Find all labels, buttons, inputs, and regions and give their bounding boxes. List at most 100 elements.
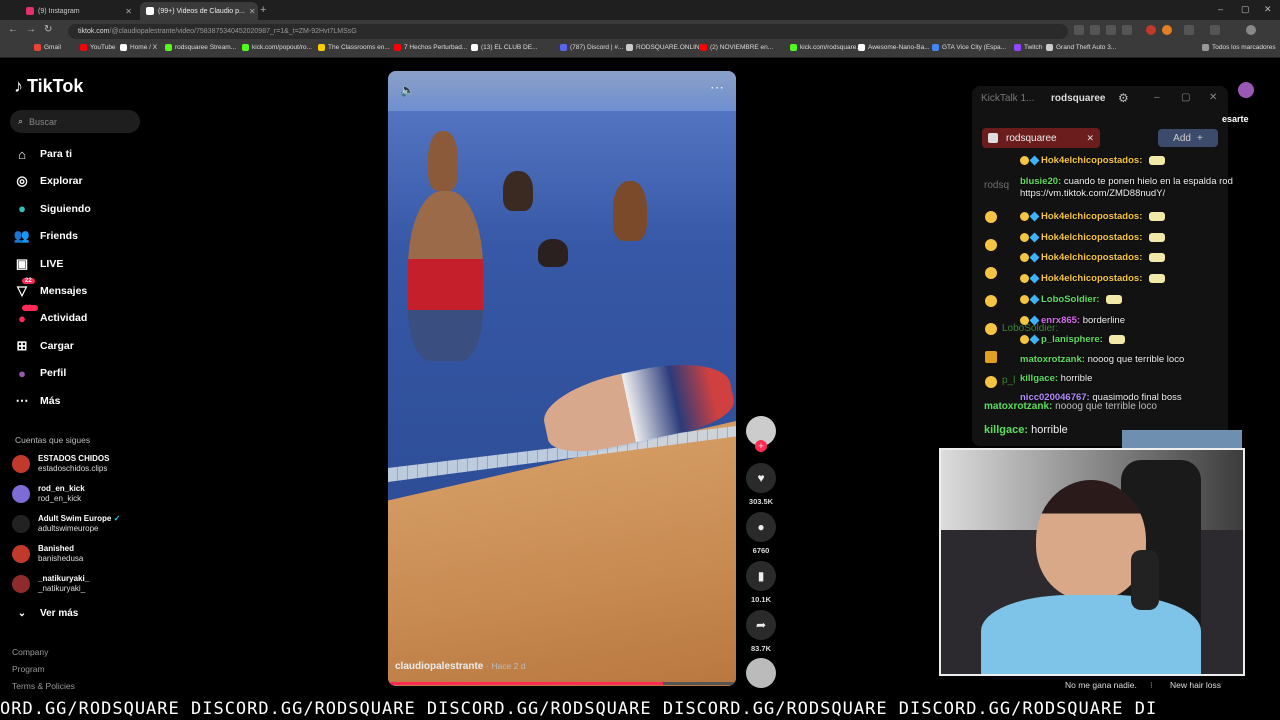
- nav-item-siguiendo[interactable]: ● Siguiendo: [14, 200, 91, 218]
- chat-username[interactable]: Hok4elchicopostados:: [1041, 232, 1142, 243]
- chat-username[interactable]: killgace:: [1020, 373, 1058, 384]
- bookmark-item[interactable]: kick.com/rodsquare...: [790, 44, 862, 51]
- following-account[interactable]: Adult Swim Europe ✓ adultswimeurope: [12, 514, 120, 534]
- forward-icon[interactable]: →: [26, 24, 36, 35]
- music-disc-icon[interactable]: [746, 658, 776, 688]
- following-account[interactable]: _natikuryaki_ _natikuryaki_: [12, 574, 89, 594]
- add-channel-button[interactable]: Add +: [1158, 129, 1218, 147]
- bookmark-item[interactable]: (2) NOVIEMBRE en...: [700, 44, 773, 51]
- nav-item-para-ti[interactable]: ⌂ Para ti: [14, 145, 72, 163]
- address-bar[interactable]: tiktok.com/@claudiopalestrante/video/758…: [68, 24, 1068, 39]
- bookmark-item[interactable]: Twitch: [1014, 44, 1042, 51]
- following-account[interactable]: ESTADOS CHIDOS estadoschidos.clips: [12, 454, 109, 474]
- reload-icon[interactable]: ↻: [44, 24, 52, 35]
- close-icon[interactable]: ✕: [249, 7, 256, 16]
- chat-username[interactable]: LoboSoldier:: [1041, 294, 1100, 305]
- maximize-button[interactable]: ▢: [1181, 92, 1190, 103]
- chat-username[interactable]: Hok4elchicopostados:: [1041, 252, 1142, 263]
- see-more-button[interactable]: ⌄ Ver más: [14, 604, 79, 622]
- bookmark-favicon-icon: [1014, 44, 1021, 51]
- bookmark-item[interactable]: 7 Hechos Perturbad...: [394, 44, 467, 51]
- see-more-label: Ver más: [40, 607, 79, 619]
- share-button[interactable]: ➦: [746, 610, 776, 640]
- footer-program[interactable]: Program: [12, 664, 45, 674]
- save-button[interactable]: ▮: [746, 561, 776, 591]
- activity-icon: ● 99+: [14, 305, 39, 326]
- bookmark-item[interactable]: rodsquaree Stream...: [165, 44, 236, 51]
- close-window-button[interactable]: ✕: [1264, 4, 1272, 15]
- footer-company[interactable]: Company: [12, 647, 48, 657]
- bookmark-item[interactable]: GTA Vice City (Espa...: [932, 44, 1006, 51]
- live-icon: ▣: [15, 255, 29, 271]
- bookmark-favicon-icon: [80, 44, 87, 51]
- like-button[interactable]: ♥: [746, 463, 776, 493]
- video-player[interactable]: 🔈 ⋯ claudiopalestrante · Hace 2 d: [388, 71, 736, 686]
- bookmark-item[interactable]: RODSQUARE.ONLINE: [626, 44, 704, 51]
- minimize-button[interactable]: –: [1218, 4, 1223, 14]
- streamer-avatar[interactable]: [1238, 82, 1254, 98]
- chat-username[interactable]: blusie20:: [1020, 176, 1061, 187]
- chat-username[interactable]: nicc020046767:: [1020, 392, 1090, 403]
- share-icon[interactable]: [1106, 25, 1116, 35]
- webcam-person-head: [1036, 480, 1146, 600]
- follow-plus-icon[interactable]: +: [755, 440, 767, 452]
- footer-terms[interactable]: Terms & Policies: [12, 681, 75, 691]
- profile-avatar[interactable]: [1246, 25, 1256, 35]
- volume-icon[interactable]: 🔈: [400, 83, 415, 97]
- following-account[interactable]: Banished banishedusa: [12, 544, 83, 564]
- chat-username[interactable]: Hok4elchicopostados:: [1041, 273, 1142, 284]
- download-icon[interactable]: [1210, 25, 1220, 35]
- heart-icon: ♥: [757, 471, 765, 485]
- nav-item-actividad[interactable]: ● 99+ Actividad: [14, 305, 87, 327]
- new-tab-button[interactable]: +: [260, 4, 266, 16]
- minimize-button[interactable]: –: [1154, 92, 1160, 103]
- comment-button[interactable]: ●: [746, 512, 776, 542]
- tab-instagram[interactable]: (9) Instagram ✕: [20, 2, 138, 20]
- nav-item-friends[interactable]: 👥 Friends: [14, 227, 78, 245]
- gear-icon[interactable]: ⚙: [1118, 91, 1129, 105]
- author-avatar[interactable]: +: [746, 416, 776, 452]
- chat-username[interactable]: Hok4elchicopostados:: [1041, 211, 1142, 222]
- bookmark-item[interactable]: kick.com/popout/ro...: [242, 44, 312, 51]
- nav-item-live[interactable]: ▣ LIVE: [14, 255, 64, 273]
- account-name: _natikuryaki_: [38, 574, 89, 584]
- nav-label: Mensajes: [40, 285, 88, 297]
- following-account[interactable]: rod_en_kick rod_en_kick: [12, 484, 85, 504]
- bookmark-item[interactable]: Awesome-Nano-Ba...: [858, 44, 930, 51]
- nav-item-perfil[interactable]: ● Perfil: [14, 364, 66, 382]
- extension-icon[interactable]: [1162, 25, 1172, 35]
- channel-chip[interactable]: rodsquaree ✕: [982, 128, 1100, 148]
- close-icon[interactable]: ✕: [125, 7, 132, 16]
- close-icon[interactable]: ✕: [1086, 133, 1094, 144]
- nav-item-cargar[interactable]: ⊞ Cargar: [14, 337, 74, 355]
- extension-icon[interactable]: [1146, 25, 1156, 35]
- search-input[interactable]: ⌕ Buscar: [10, 110, 140, 133]
- bookmark-item[interactable]: Gmail: [34, 44, 61, 51]
- bookmark-item[interactable]: Grand Theft Auto 3...: [1046, 44, 1116, 51]
- bookmark-item[interactable]: The Classrooms en...: [318, 44, 390, 51]
- maximize-button[interactable]: ▢: [1241, 4, 1250, 15]
- star-icon[interactable]: [1122, 25, 1132, 35]
- zoom-icon[interactable]: [1090, 25, 1100, 35]
- bookmark-item[interactable]: Home / X: [120, 44, 157, 51]
- kicktalk-channel[interactable]: rodsquaree: [1051, 93, 1105, 104]
- chat-username[interactable]: Hok4elchicopostados:: [1041, 155, 1142, 166]
- back-icon[interactable]: ←: [8, 24, 18, 35]
- more-icon[interactable]: ⋯: [710, 79, 724, 96]
- nav-item-más[interactable]: ⋯ Más: [14, 392, 61, 410]
- bookmark-item[interactable]: (13) EL CLUB DE...: [471, 44, 537, 51]
- close-window-button[interactable]: ✕: [1209, 92, 1217, 103]
- chat-username[interactable]: matoxrotzank:: [1020, 354, 1085, 365]
- bookmark-item[interactable]: YouTube: [80, 44, 116, 51]
- nav-item-mensajes[interactable]: ▽ 22 Mensajes: [14, 278, 88, 300]
- bookmark-item[interactable]: (787) Discord | #...: [560, 44, 623, 51]
- extensions-icon[interactable]: [1184, 25, 1194, 35]
- tab-tiktok[interactable]: (99+) Videos de Claudio p... ✕: [140, 2, 258, 20]
- chat-username[interactable]: p_lanisphere:: [1041, 334, 1103, 345]
- translate-icon[interactable]: [1074, 25, 1084, 35]
- video-author[interactable]: claudiopalestrante · Hace 2 d: [395, 661, 525, 672]
- tiktok-logo[interactable]: ♪ TikTok: [14, 76, 83, 97]
- all-bookmarks[interactable]: Todos los marcadores: [1202, 44, 1276, 51]
- chat-username[interactable]: enrx865:: [1041, 315, 1080, 326]
- nav-item-explorar[interactable]: ◎ Explorar: [14, 172, 82, 190]
